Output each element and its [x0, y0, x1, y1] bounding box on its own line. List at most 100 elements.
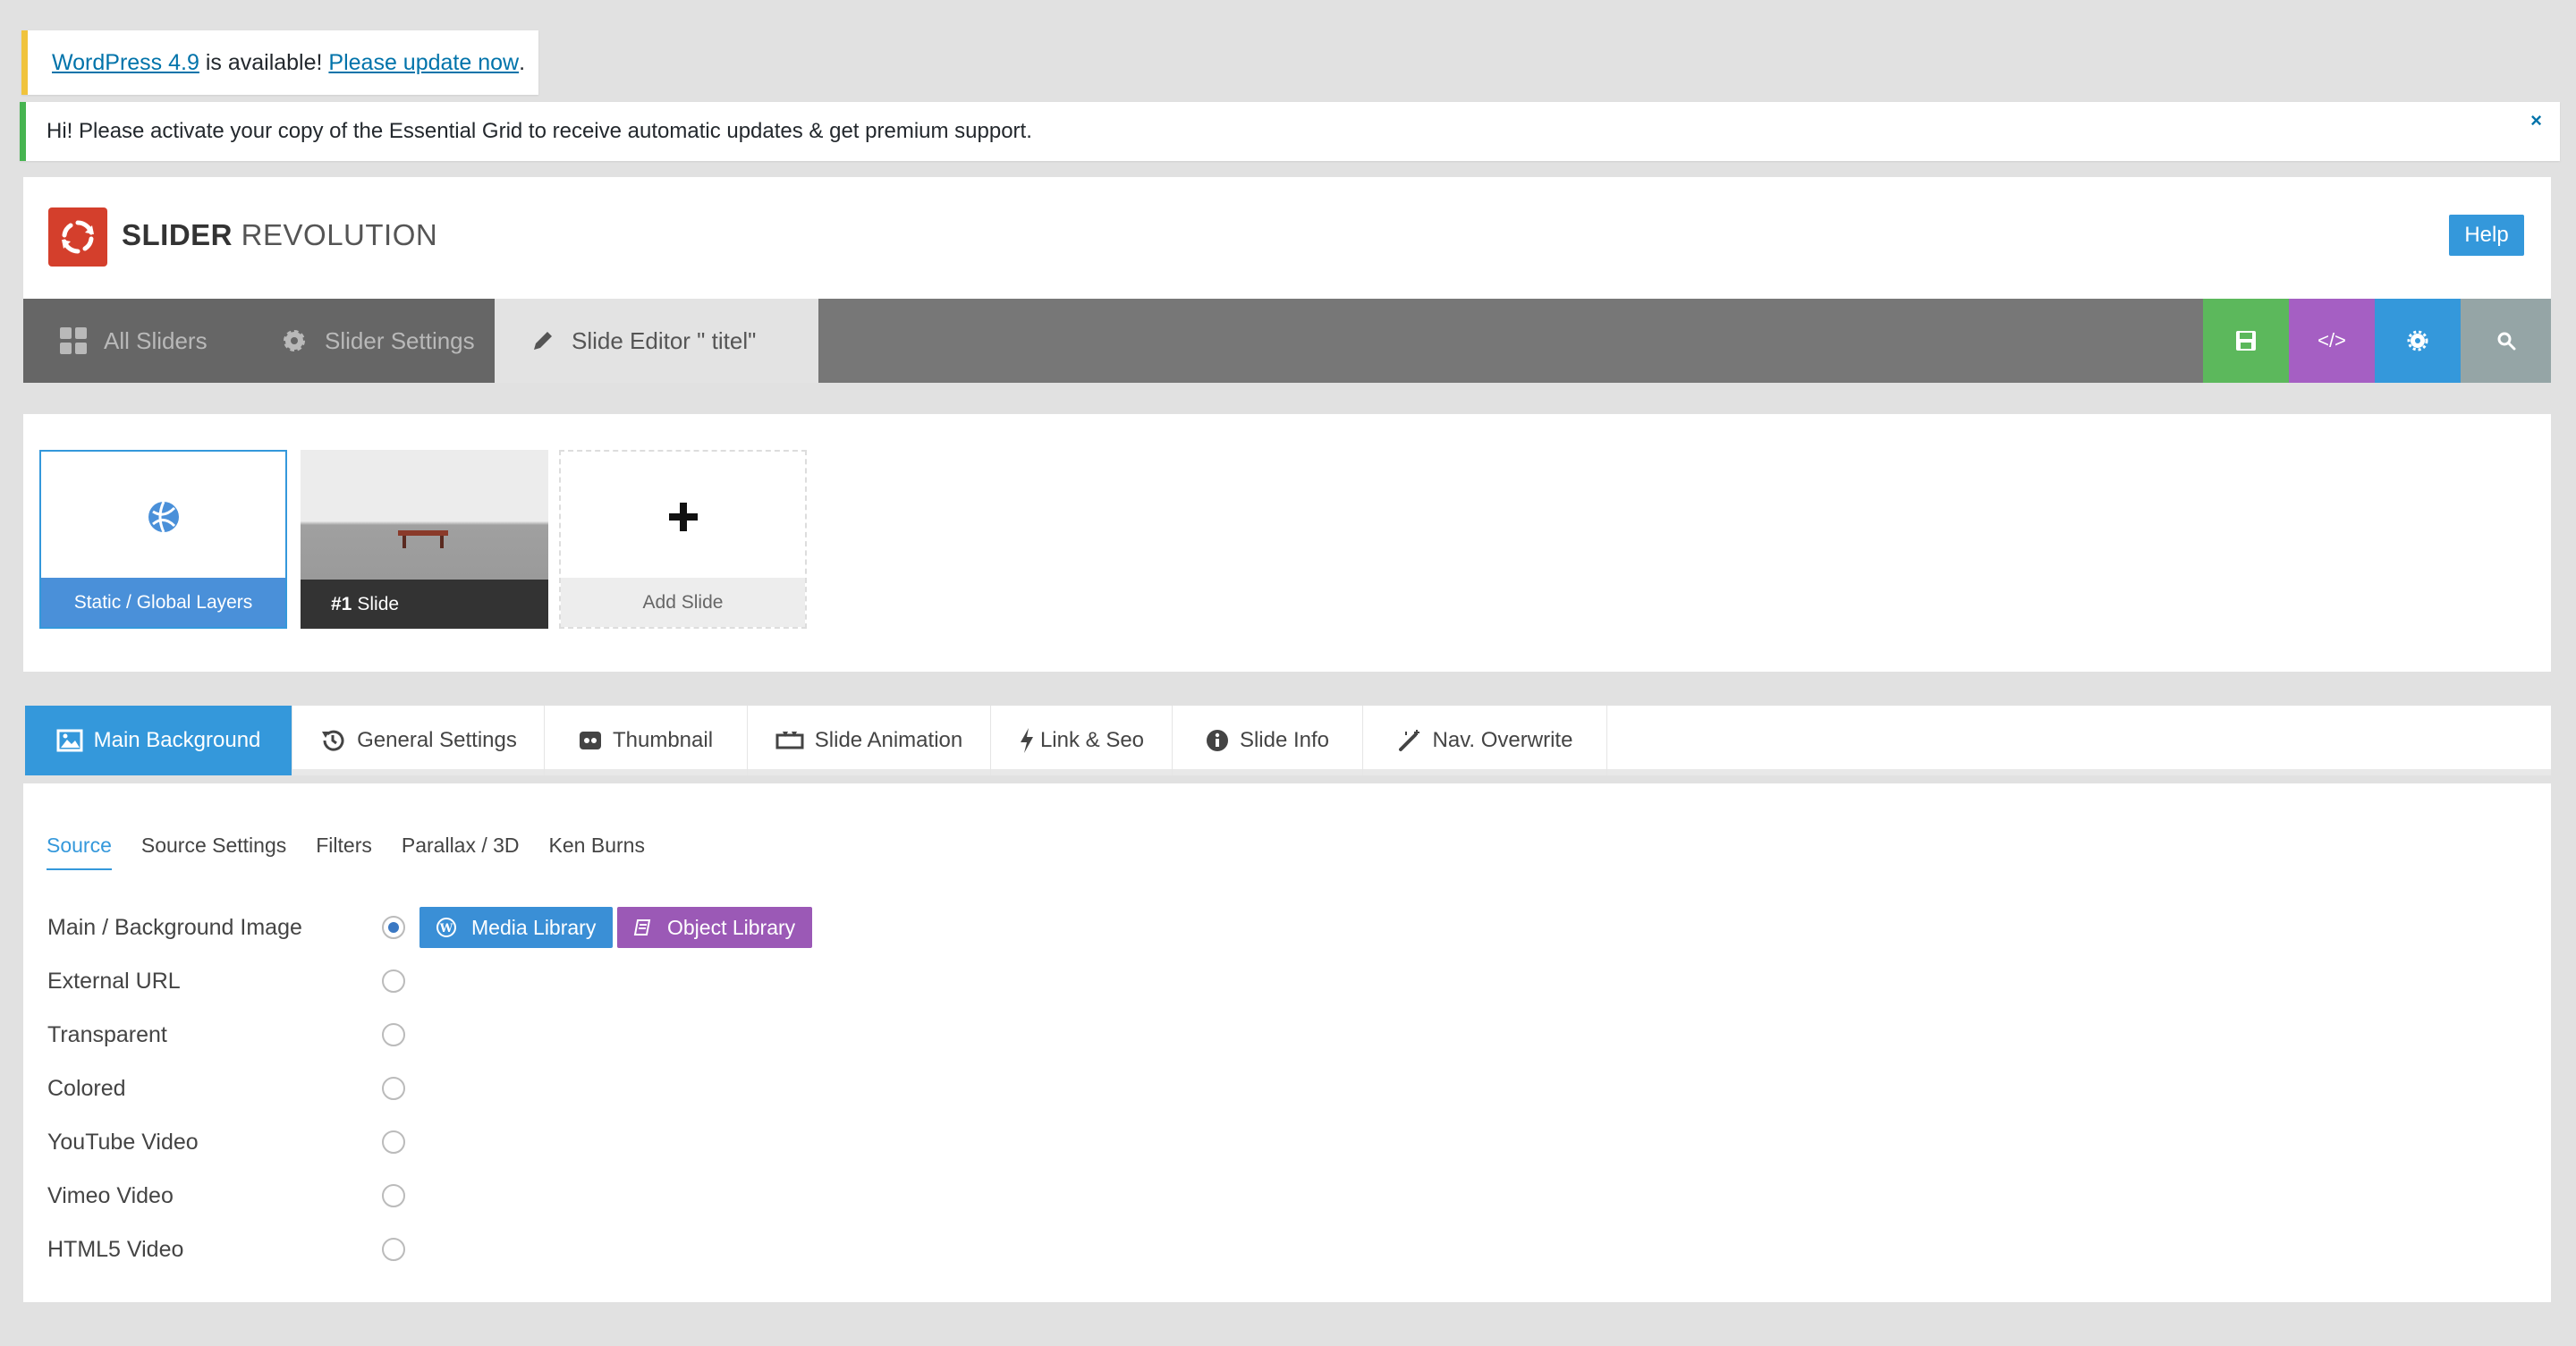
brand-name: SLIDER REVOLUTION [122, 218, 437, 252]
radio-vimeo-video[interactable] [382, 1184, 405, 1207]
add-slide-thumb [561, 452, 805, 581]
slider-nav-bar: All Sliders Slider Settings Slide Editor… [23, 299, 2551, 383]
option-label: HTML5 Video [47, 1236, 184, 1262]
globe-icon [148, 500, 179, 533]
option-label: YouTube Video [47, 1129, 199, 1155]
subtab-source-settings[interactable]: Source Settings [141, 834, 286, 870]
main-background-content: Source Source Settings Filters Parallax … [23, 783, 2551, 1302]
subtab-parallax-3d[interactable]: Parallax / 3D [402, 834, 520, 870]
plugin-header: SLIDER REVOLUTION Help [23, 177, 2551, 299]
grid-icon [59, 326, 88, 355]
media-library-label: Media Library [471, 915, 597, 939]
option-main-background-image: Main / Background Image [47, 910, 405, 945]
subtab-filters[interactable]: Filters [316, 834, 372, 870]
tab-all-sliders-label: All Sliders [104, 326, 208, 354]
slide-1-image [398, 530, 448, 548]
update-notice: WordPress 4.9 is available! Please updat… [21, 30, 538, 95]
source-subtabs: Source Source Settings Filters Parallax … [47, 834, 674, 870]
option-label: Vimeo Video [47, 1182, 174, 1208]
tab-general-settings-label: General Settings [357, 728, 517, 752]
tab-main-background-label: Main Background [93, 728, 261, 752]
option-youtube-video: YouTube Video [47, 1124, 405, 1160]
magic-wand-icon [1397, 728, 1422, 753]
slide-1-card[interactable]: #1 Slide [301, 450, 548, 629]
gear-icon [2407, 330, 2428, 351]
radio-youtube-video[interactable] [382, 1130, 405, 1154]
media-library-button[interactable]: W Media Library [419, 907, 613, 948]
slider-revolution-logo [48, 207, 107, 267]
subtab-source[interactable]: Source [47, 834, 112, 870]
tab-nav-overwrite[interactable]: Nav. Overwrite [1363, 706, 1607, 775]
svg-text:W: W [439, 922, 453, 935]
history-icon [319, 727, 346, 754]
tab-slider-settings-label: Slider Settings [325, 326, 475, 354]
settings-button[interactable] [2375, 299, 2461, 383]
plus-icon [668, 502, 698, 531]
option-colored: Colored [47, 1071, 405, 1106]
radio-external-url[interactable] [382, 969, 405, 993]
tab-thumbnail-label: Thumbnail [612, 728, 714, 752]
static-global-layers-card[interactable]: Static / Global Layers [39, 450, 287, 629]
tab-general-settings[interactable]: General Settings [292, 706, 545, 775]
static-layers-label: Static / Global Layers [41, 578, 285, 627]
floppy-icon [2236, 331, 2256, 351]
tab-slide-info[interactable]: Slide Info [1173, 706, 1363, 775]
subtab-ken-burns[interactable]: Ken Burns [549, 834, 645, 870]
option-transparent: Transparent [47, 1017, 405, 1053]
slide-1-number: #1 [331, 593, 352, 614]
pencil-icon [530, 328, 555, 353]
preview-button[interactable] [2461, 299, 2551, 383]
tab-link-seo[interactable]: Link & Seo [991, 706, 1173, 775]
tab-main-background[interactable]: Main Background [25, 706, 292, 775]
option-label: Colored [47, 1075, 126, 1101]
book-icon [633, 918, 653, 937]
gear-icon [280, 326, 309, 355]
add-slide-card[interactable]: Add Slide [559, 450, 807, 629]
tab-slide-editor[interactable]: Slide Editor " titel" [495, 299, 818, 383]
update-now-link[interactable]: Please update now [328, 50, 519, 76]
tab-all-sliders[interactable]: All Sliders [23, 299, 244, 383]
activation-notice: Hi! Please activate your copy of the Ess… [20, 102, 2560, 161]
brand-bold: SLIDER [122, 218, 233, 251]
tab-link-seo-label: Link & Seo [1039, 728, 1145, 752]
radio-main-background-image[interactable] [382, 916, 405, 939]
tab-slider-settings[interactable]: Slider Settings [244, 299, 495, 383]
update-notice-text: is available! [199, 49, 329, 75]
tab-slide-animation[interactable]: Slide Animation [748, 706, 991, 775]
option-label: External URL [47, 968, 181, 994]
tab-nav-overwrite-label: Nav. Overwrite [1432, 728, 1573, 752]
thumbnail-icon [579, 729, 602, 752]
bolt-icon [1019, 727, 1035, 754]
brand-light: REVOLUTION [233, 218, 438, 251]
object-library-button[interactable]: Object Library [617, 907, 812, 948]
slides-panel: Static / Global Layers #1 Slide Add Slid… [23, 414, 2551, 672]
help-button[interactable]: Help [2449, 215, 2524, 256]
image-icon [56, 729, 83, 752]
option-label: Transparent [47, 1021, 167, 1047]
option-external-url: External URL [47, 963, 405, 999]
tab-slide-info-label: Slide Info [1239, 728, 1330, 752]
tab-thumbnail[interactable]: Thumbnail [545, 706, 748, 775]
slide-1-text: Slide [357, 593, 400, 614]
object-library-label: Object Library [667, 915, 796, 939]
save-button[interactable] [2203, 299, 2289, 383]
slide-1-thumb [301, 450, 548, 580]
tab-slide-editor-label: Slide Editor " titel" [572, 326, 757, 354]
radio-transparent[interactable] [382, 1023, 405, 1046]
refresh-icon [62, 220, 94, 254]
radio-colored[interactable] [382, 1077, 405, 1100]
slide-1-label: #1 Slide [301, 580, 548, 629]
tab-slide-animation-label: Slide Animation [814, 728, 963, 752]
option-vimeo-video: Vimeo Video [47, 1178, 405, 1214]
wordpress-icon: W [436, 917, 457, 938]
wordpress-version-link[interactable]: WordPress 4.9 [52, 50, 199, 76]
update-notice-end: . [519, 49, 526, 75]
static-layers-thumb [41, 452, 285, 581]
info-icon [1206, 729, 1229, 752]
embed-code-button[interactable]: </> [2289, 299, 2375, 383]
radio-html5-video[interactable] [382, 1238, 405, 1261]
nav-tabs-group: All Sliders Slider Settings [23, 299, 495, 383]
option-html5-video: HTML5 Video [47, 1232, 405, 1267]
add-slide-label: Add Slide [561, 578, 805, 627]
close-icon[interactable]: × [2530, 109, 2542, 132]
